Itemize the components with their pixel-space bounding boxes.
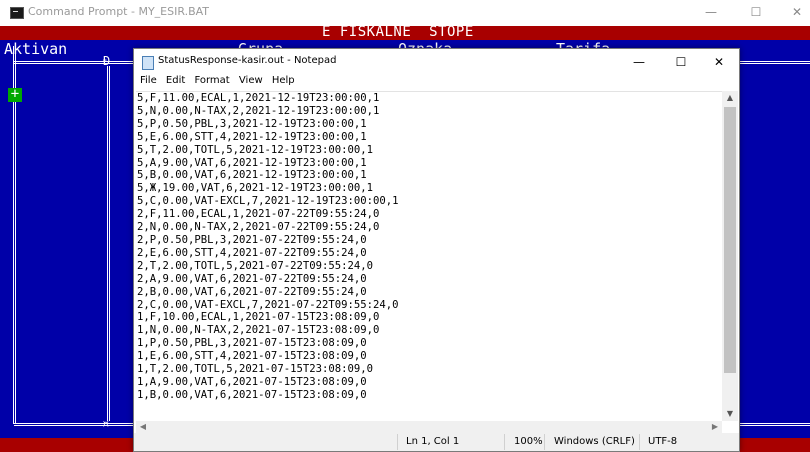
active-plus-indicator[interactable]: + <box>8 87 22 102</box>
cmd-close-button[interactable]: ✕ <box>786 3 808 21</box>
notepad-minimize-button[interactable]: — <box>624 53 654 71</box>
cmd-window-title: Command Prompt - MY_ESIR.BAT <box>28 5 210 18</box>
column-separator-line <box>107 66 110 421</box>
text-line: 1,N,0.00,N-TAX,2,2021-07-15T23:08:09,0 <box>137 324 380 337</box>
text-line: 1,P,0.50,PBL,3,2021-07-15T23:08:09,0 <box>137 337 367 350</box>
scroll-down-arrow-icon[interactable]: ▼ <box>722 407 738 421</box>
notepad-status-bar: Ln 1, Col 1 100% Windows (CRLF) UTF-8 <box>134 433 739 451</box>
text-line: 5,P,0.50,PBL,3,2021-12-19T23:00:00,1 <box>137 117 367 130</box>
text-line: 5,F,11.00,ECAL,1,2021-12-19T23:00:00,1 <box>137 92 380 104</box>
text-line: 5,Ж,19.00,VAT,6,2021-12-19T23:00:00,1 <box>137 182 373 195</box>
status-cursor-position: Ln 1, Col 1 <box>406 436 460 447</box>
menu-format[interactable]: Format <box>194 75 229 86</box>
scroll-left-arrow-icon[interactable]: ◀ <box>136 421 150 433</box>
notepad-window[interactable]: StatusResponse-kasir.out - Notepad — ☐ ✕… <box>133 48 740 452</box>
text-line: 1,F,10.00,ECAL,1,2021-07-15T23:08:09,0 <box>137 311 380 324</box>
notepad-text-area[interactable]: 5,F,11.00,ECAL,1,2021-12-19T23:00:00,1 5… <box>136 91 722 422</box>
console-title-band: E FISKALNE STOPE <box>0 24 810 40</box>
text-line: 5,В,0.00,VAT,6,2021-12-19T23:00:00,1 <box>137 169 367 182</box>
text-line: 2,P,0.50,PBL,3,2021-07-22T09:55:24,0 <box>137 233 367 246</box>
notepad-window-title: StatusResponse-kasir.out - Notepad <box>158 55 337 66</box>
menu-file[interactable]: File <box>140 75 157 86</box>
console-title: E FISKALNE STOPE <box>322 24 474 40</box>
notepad-app-icon <box>142 56 154 70</box>
vertical-scroll-thumb[interactable] <box>724 107 736 373</box>
cmd-minimize-button[interactable]: — <box>700 3 722 21</box>
text-line: 2,F,11.00,ECAL,1,2021-07-22T09:55:24,0 <box>137 208 380 221</box>
text-line: 2,C,0.00,VAT-EXCL,7,2021-07-22T09:55:24,… <box>137 298 399 311</box>
status-separator <box>544 434 545 450</box>
cmd-app-icon <box>10 7 24 19</box>
status-separator <box>397 434 398 450</box>
status-zoom: 100% <box>514 436 543 447</box>
text-line: 2,N,0.00,N-TAX,2,2021-07-22T09:55:24,0 <box>137 221 380 234</box>
text-line: 2,E,6.00,STT,4,2021-07-22T09:55:24,0 <box>137 246 367 259</box>
cmd-titlebar[interactable]: Command Prompt - MY_ESIR.BAT — ☐ ✕ <box>0 0 810 26</box>
menu-help[interactable]: Help <box>272 75 295 86</box>
text-line: 5,A,9.00,VAT,6,2021-12-19T23:00:00,1 <box>137 156 367 169</box>
header-divider-line-right <box>740 61 810 64</box>
notepad-close-button[interactable]: ✕ <box>704 53 734 71</box>
text-line: 5,C,0.00,VAT-EXCL,7,2021-12-19T23:00:00,… <box>137 195 399 208</box>
scroll-up-arrow-icon[interactable]: ▲ <box>722 91 738 105</box>
text-line: 2,B,0.00,VAT,6,2021-07-22T09:55:24,0 <box>137 285 367 298</box>
horizontal-scrollbar[interactable]: ◀ ▶ <box>136 421 722 433</box>
status-separator <box>504 434 505 450</box>
text-line: 2,T,2.00,TOTL,5,2021-07-22T09:55:24,0 <box>137 259 373 272</box>
menu-view[interactable]: View <box>239 75 263 86</box>
footer-divider-line <box>14 423 134 426</box>
scroll-right-arrow-icon[interactable]: ▶ <box>708 421 722 433</box>
text-line: 1,B,0.00,VAT,6,2021-07-15T23:08:09,0 <box>137 388 367 401</box>
menu-edit[interactable]: Edit <box>166 75 185 86</box>
notepad-maximize-button[interactable]: ☐ <box>666 53 696 71</box>
status-line-ending: Windows (CRLF) <box>554 436 635 447</box>
text-line: 1,E,6.00,STT,4,2021-07-15T23:08:09,0 <box>137 350 367 363</box>
notepad-titlebar[interactable]: StatusResponse-kasir.out - Notepad — ☐ ✕ <box>134 49 739 75</box>
left-border-line <box>13 46 16 424</box>
text-line: 1,T,2.00,TOTL,5,2021-07-15T23:08:09,0 <box>137 363 373 376</box>
text-line: 2,A,9.00,VAT,6,2021-07-22T09:55:24,0 <box>137 272 367 285</box>
notepad-menu-bar: File Edit Format View Help <box>134 75 739 91</box>
status-separator <box>639 434 640 450</box>
vertical-scrollbar[interactable]: ▲ ▼ <box>722 91 738 421</box>
cmd-maximize-button[interactable]: ☐ <box>745 3 767 21</box>
text-line: 5,E,6.00,STT,4,2021-12-19T23:00:00,1 <box>137 130 367 143</box>
divider-junction-bottom: ¤ <box>102 417 110 431</box>
status-encoding: UTF-8 <box>648 436 678 447</box>
text-line: 1,A,9.00,VAT,6,2021-07-15T23:08:09,0 <box>137 375 367 388</box>
header-divider-line <box>14 61 134 64</box>
text-line: 5,T,2.00,TOTL,5,2021-12-19T23:00:00,1 <box>137 143 373 156</box>
footer-divider-line-right <box>740 423 810 426</box>
text-line: 5,N,0.00,N-TAX,2,2021-12-19T23:00:00,1 <box>137 104 380 117</box>
